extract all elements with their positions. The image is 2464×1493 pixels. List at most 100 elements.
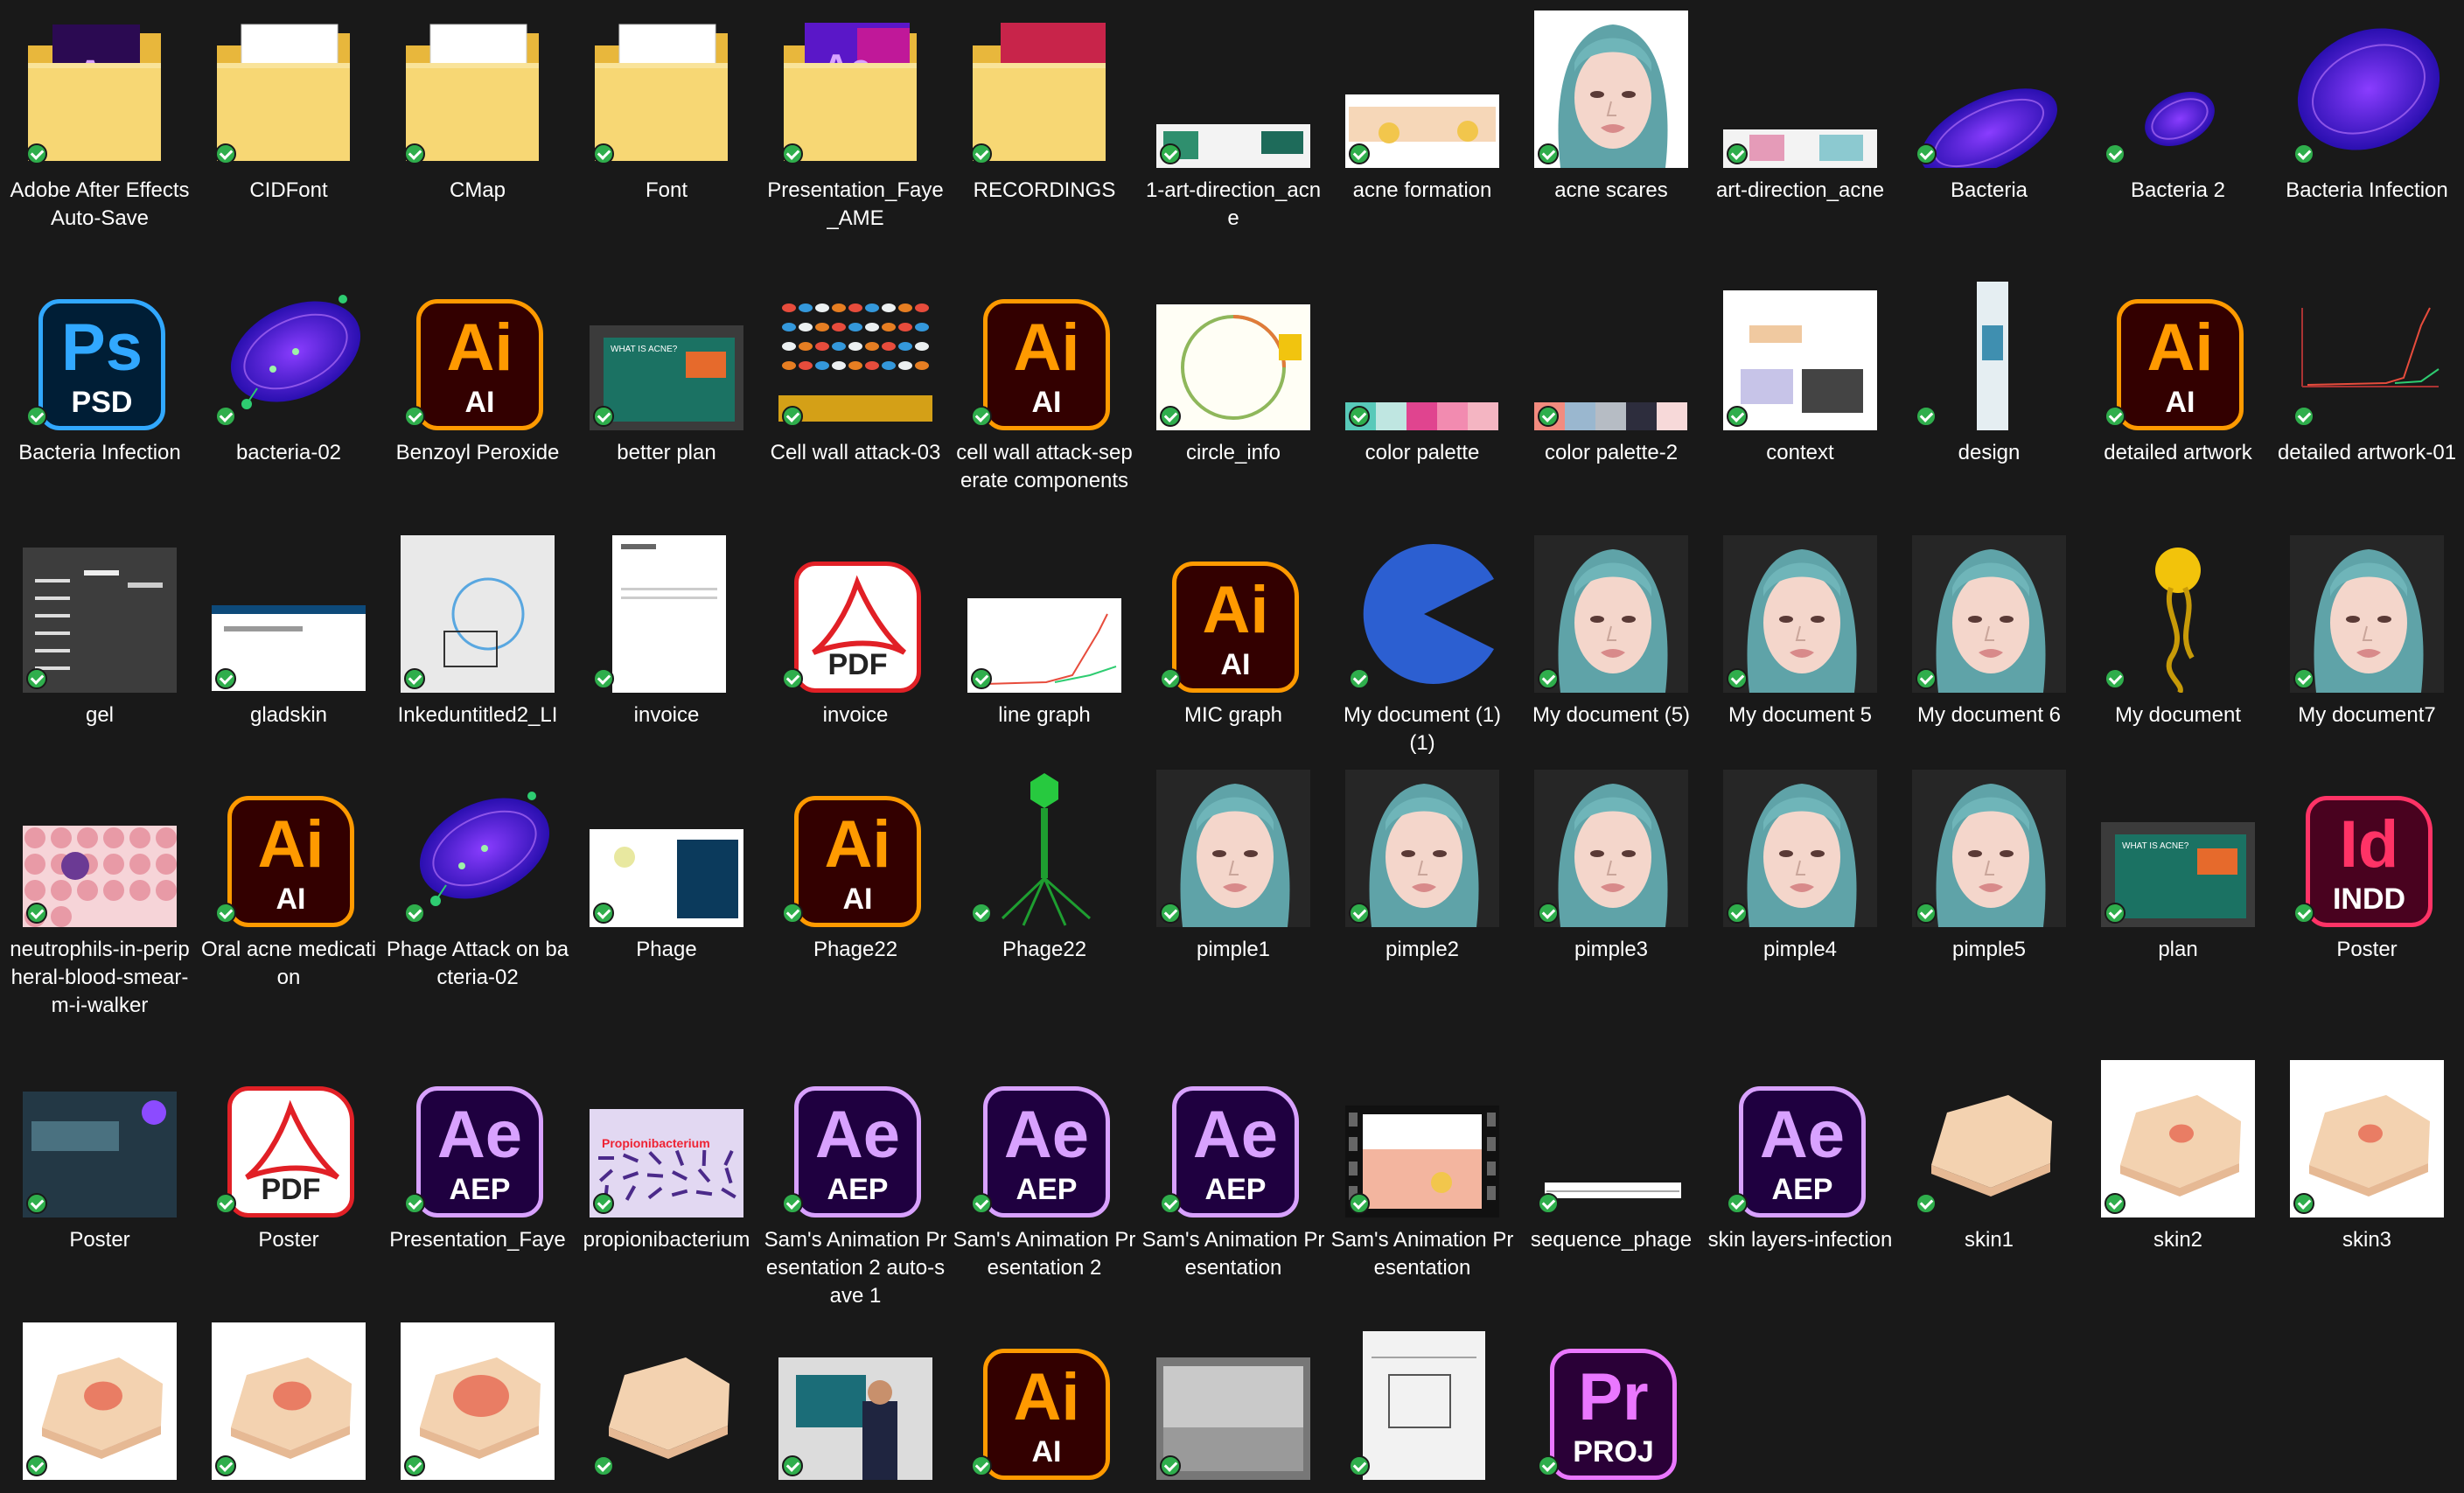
file-item[interactable]: Font — [574, 10, 759, 264]
file-item[interactable]: My document (5) — [1518, 535, 1704, 789]
icon-extension: PROJ — [1573, 1435, 1654, 1469]
file-item[interactable]: pimple1 — [1141, 770, 1326, 1023]
file-item[interactable]: Phage Attack on bacteria-02 — [385, 770, 570, 1023]
file-item[interactable]: bacteria-02 — [196, 273, 381, 527]
file-item[interactable] — [574, 1322, 759, 1493]
file-item[interactable]: design — [1896, 273, 2082, 527]
file-item[interactable]: Propionibacterium propionibacterium — [574, 1060, 759, 1314]
file-item[interactable]: pimple5 — [1896, 770, 2082, 1023]
file-item[interactable]: acne formation — [1330, 10, 1515, 264]
file-item[interactable]: Ps PSD Bacteria Infection — [7, 273, 192, 527]
file-item[interactable]: Pr PROJ — [1518, 1322, 1704, 1493]
file-item[interactable]: My document7 — [2274, 535, 2460, 789]
file-item[interactable]: Phage — [574, 770, 759, 1023]
file-item[interactable]: PDF Poster — [196, 1060, 381, 1314]
thumbnail-image — [212, 535, 366, 693]
file-item[interactable]: Bacteria — [1896, 10, 2082, 264]
file-icon — [1912, 1060, 2070, 1217]
file-icon — [2290, 535, 2447, 693]
file-icon — [23, 1060, 177, 1217]
sync-status-check-icon — [215, 1455, 236, 1476]
file-item[interactable]: Id INDD Poster — [2274, 770, 2460, 1023]
file-item[interactable]: CMap — [385, 10, 570, 264]
icon-extension: AEP — [1771, 1173, 1833, 1206]
file-item[interactable]: skin3 — [2274, 1060, 2460, 1314]
file-item[interactable]: color palette-2 — [1518, 273, 1704, 527]
file-item[interactable]: Cell wall attack-03 — [763, 273, 948, 527]
file-item[interactable]: Sam's Animation Presentation — [1330, 1060, 1515, 1314]
file-item[interactable]: Ai AI — [952, 1322, 1137, 1493]
file-item[interactable]: Ai AI Oral acne medication — [196, 770, 381, 1023]
file-item[interactable]: gel — [7, 535, 192, 789]
file-item[interactable]: circle_info — [1141, 273, 1326, 527]
file-item[interactable]: pimple2 — [1330, 770, 1515, 1023]
file-name: 1-art-direction_acne — [1145, 178, 1322, 230]
file-item[interactable]: Ae AEP Sam's Animation Presentation 2 — [952, 1060, 1137, 1314]
sync-status-check-icon — [1349, 668, 1370, 689]
file-item[interactable]: Ai AI Benzoyl Peroxide — [385, 273, 570, 527]
file-item[interactable]: art-direction_acne — [1707, 10, 1893, 264]
file-item[interactable]: Ai AI detailed artwork — [2085, 273, 2271, 527]
file-item[interactable]: Ae AEP skin layers-infection — [1707, 1060, 1893, 1314]
icon-abbreviation: Id — [2339, 807, 2399, 882]
file-icon: Ae AEP — [967, 1060, 1121, 1217]
file-item[interactable]: Ai AI Phage22 — [763, 770, 948, 1023]
file-item[interactable]: skin1 — [1896, 1060, 2082, 1314]
file-item[interactable]: PDF invoice — [763, 535, 948, 789]
file-item[interactable]: line graph — [952, 535, 1137, 789]
icon-extension: PDF — [261, 1173, 321, 1206]
icon-extension: PSD — [71, 386, 133, 419]
file-item[interactable]: sequence_phage — [1518, 1060, 1704, 1314]
file-item[interactable]: Ae AEP Presentation_Faye — [385, 1060, 570, 1314]
file-name: skin3 — [2342, 1228, 2392, 1252]
sync-status-check-icon — [971, 1455, 992, 1476]
file-item[interactable]: Phage22 — [952, 770, 1137, 1023]
file-item[interactable]: Ai AI cell wall attack-seperate components — [952, 273, 1137, 527]
file-icon — [2290, 1060, 2447, 1217]
file-item[interactable]: Ae Presentation_Faye_AME — [763, 10, 948, 264]
file-item[interactable]: Bacteria Infection — [2274, 10, 2460, 264]
file-item[interactable]: Ae AEP Sam's Animation Presentation 2 auto… — [763, 1060, 948, 1314]
file-item[interactable]: pimple4 — [1707, 770, 1893, 1023]
file-item[interactable]: My document — [2085, 535, 2271, 789]
thumbnail-image — [401, 535, 555, 693]
file-item[interactable]: Ai AI MIC graph — [1141, 535, 1326, 789]
sync-status-check-icon — [2293, 668, 2314, 689]
ae-file-icon: Ae AEP — [1739, 1086, 1866, 1217]
thumbnail-image — [1345, 535, 1499, 693]
file-item[interactable]: 1-art-direction_acne — [1141, 10, 1326, 264]
pr-file-icon: Pr PROJ — [1550, 1349, 1677, 1480]
file-item[interactable] — [763, 1322, 948, 1493]
file-item[interactable]: My document (1) (1) — [1330, 535, 1515, 789]
file-item[interactable]: gladskin — [196, 535, 381, 789]
file-item[interactable]: RECORDINGS — [952, 10, 1137, 264]
file-item[interactable]: Poster — [7, 1060, 192, 1314]
file-item[interactable]: Inkeduntitled2_LI — [385, 535, 570, 789]
file-icon — [1345, 1322, 1499, 1480]
file-item[interactable] — [196, 1322, 381, 1493]
file-item[interactable]: Ae Adobe After Effects Auto-Save — [7, 10, 192, 264]
file-item[interactable]: My document 5 — [1707, 535, 1893, 789]
file-item[interactable]: Ae AEP Sam's Animation Presentation — [1141, 1060, 1326, 1314]
file-item[interactable]: CIDFont — [196, 10, 381, 264]
file-item[interactable]: skin2 — [2085, 1060, 2271, 1314]
file-name: acne formation — [1352, 178, 1492, 202]
file-item[interactable]: context — [1707, 273, 1893, 527]
file-item[interactable]: color palette — [1330, 273, 1515, 527]
file-item[interactable]: My document 6 — [1896, 535, 2082, 789]
file-item[interactable]: neutrophils-in-peripheral-blood-smear-m-… — [7, 770, 192, 1023]
file-item[interactable] — [385, 1322, 570, 1493]
file-item[interactable]: acne scares — [1518, 10, 1704, 264]
icon-extension: AI — [1220, 648, 1251, 681]
file-item[interactable] — [1330, 1322, 1515, 1493]
file-item[interactable] — [1141, 1322, 1326, 1493]
file-item[interactable] — [7, 1322, 192, 1493]
file-item[interactable]: detailed artwork-01 — [2274, 273, 2460, 527]
file-icon — [212, 535, 366, 693]
file-item[interactable]: WHAT IS ACNE? plan — [2085, 770, 2271, 1023]
thumbnail-image — [590, 535, 743, 693]
file-item[interactable]: WHAT IS ACNE? better plan — [574, 273, 759, 527]
file-item[interactable]: Bacteria 2 — [2085, 10, 2271, 264]
file-item[interactable]: pimple3 — [1518, 770, 1704, 1023]
file-item[interactable]: invoice — [574, 535, 759, 789]
